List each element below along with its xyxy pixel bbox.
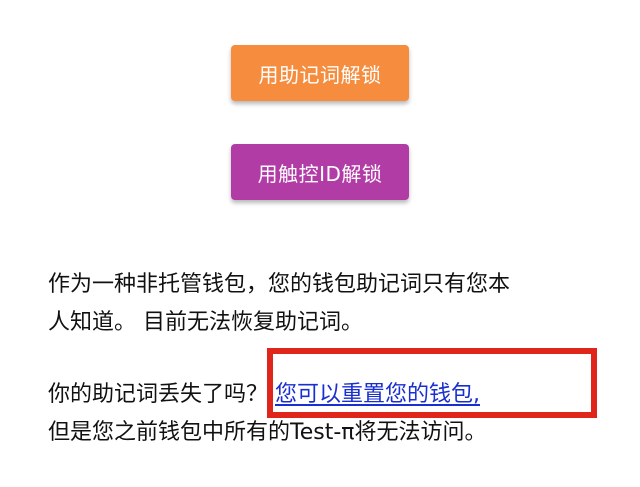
lost-mnemonic-text: 你的助记词丢失了吗？ 您可以重置您的钱包, 但是您之前钱包中所有的Test-π将… xyxy=(48,376,608,452)
info-line-1: 作为一种非托管钱包，您的钱包助记词只有您本 xyxy=(48,272,511,297)
unlock-with-mnemonic-button[interactable]: 用助记词解锁 xyxy=(231,45,409,101)
reset-wallet-link[interactable]: 您可以重置您的钱包, xyxy=(275,382,480,407)
non-custodial-info-text: 作为一种非托管钱包，您的钱包助记词只有您本 人知道。 目前无法恢复助记词。 xyxy=(48,266,608,342)
info-line-2: 人知道。 目前无法恢复助记词。 xyxy=(48,310,363,335)
reset-warning-text: 但是您之前钱包中所有的Test-π将无法访问。 xyxy=(48,420,487,445)
unlock-with-touch-id-button[interactable]: 用触控ID解锁 xyxy=(231,144,409,200)
lost-mnemonic-question: 你的助记词丢失了吗？ xyxy=(48,382,275,407)
